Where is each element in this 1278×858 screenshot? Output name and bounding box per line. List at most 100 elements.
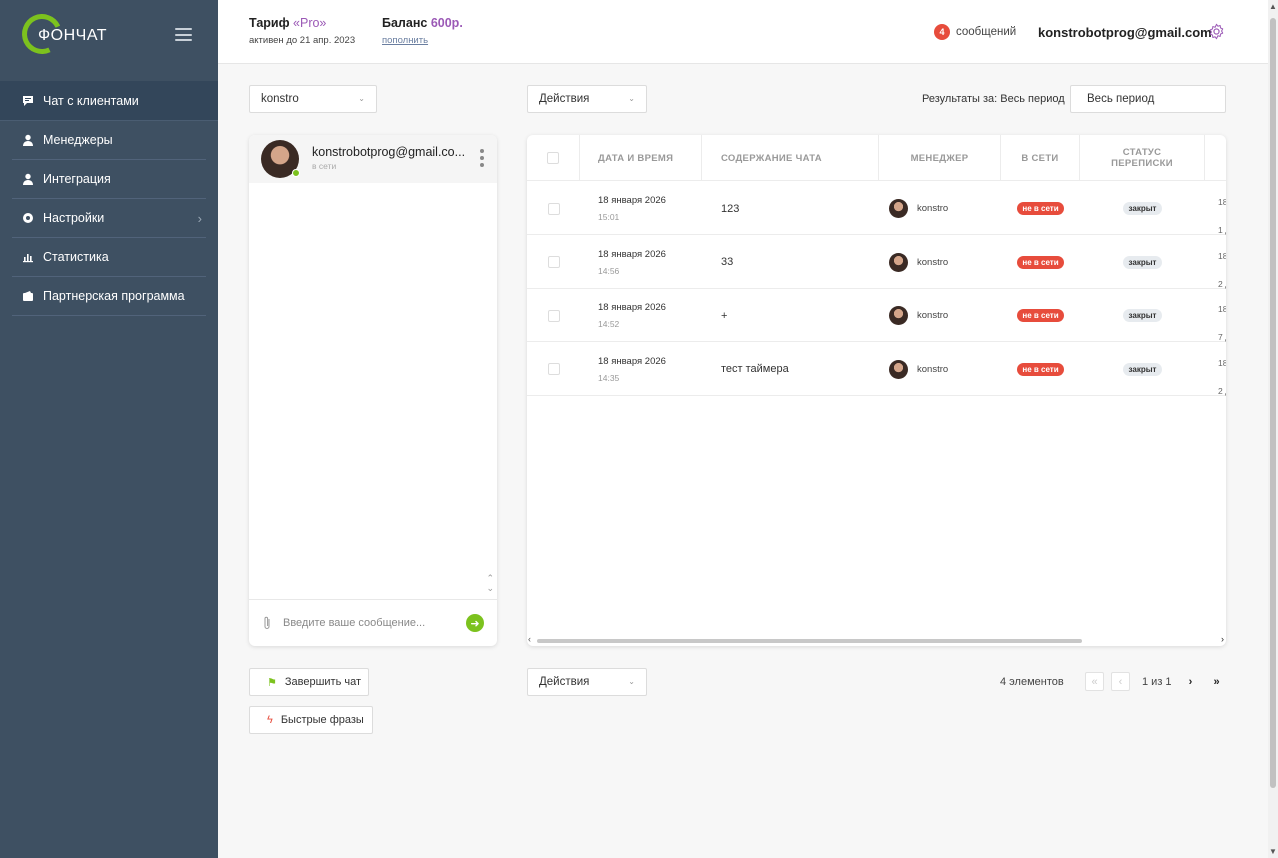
scroll-left-icon[interactable]: ‹ [528, 634, 531, 644]
send-button[interactable]: ➜ [466, 614, 484, 632]
logo[interactable]: ФОНЧАТ [16, 8, 132, 60]
scrollbar-thumb[interactable] [1270, 18, 1276, 788]
lightning-icon: ϟ [267, 714, 273, 726]
settings-icon [22, 212, 34, 224]
last-page-button[interactable]: » [1207, 672, 1226, 691]
end-chat-label: Завершить чат [284, 676, 362, 688]
row-content: 33 [721, 256, 734, 268]
chat-panel: konstrobotprog@gmail.co... в сети ⌃ ⌄ Вве… [249, 135, 497, 646]
status-badge: закрыт [1122, 255, 1163, 269]
actions-select-value: Действия [539, 676, 590, 688]
row-checkbox[interactable] [547, 309, 560, 322]
gear-icon[interactable] [1208, 23, 1225, 40]
table-row[interactable]: 18 января 2026 14:56 33 konstro не в сети зак… [527, 236, 1226, 289]
quick-phrases-button[interactable]: ϟ Быстрые фразы [249, 706, 373, 734]
messages-label: сообщений [956, 26, 1017, 38]
flag-icon: ⚑ [267, 676, 277, 689]
sidebar-item-settings[interactable]: Настройки › [12, 199, 206, 238]
row-extra-top: 18 [1218, 357, 1226, 368]
row-extra-bottom: 2 д [1218, 385, 1226, 396]
col-online[interactable]: В сети [1001, 135, 1080, 181]
chat-scroll-arrows-icon[interactable]: ⌃ ⌄ [486, 573, 494, 593]
top-up-link[interactable]: пополнить [382, 35, 463, 46]
row-online: не в сети [1001, 289, 1080, 342]
row-manager-name: konstro [917, 310, 949, 321]
sidebar-item-chat[interactable]: Чат с клиентами [0, 81, 218, 121]
col-datetime[interactable]: Дата и время [580, 135, 702, 181]
period-select[interactable]: Весь период [1070, 85, 1226, 113]
select-all-cell [527, 135, 580, 181]
manager-select[interactable]: konstro ⌄ [249, 85, 377, 113]
chat-contact-header[interactable]: konstrobotprog@gmail.co... в сети [249, 135, 497, 183]
row-checkbox[interactable] [547, 202, 560, 215]
row-date: 18 января 2026 [598, 302, 666, 313]
row-content: + [721, 309, 728, 322]
user-icon [22, 173, 34, 185]
tariff-name: «Pro» [293, 16, 327, 30]
scroll-up-icon[interactable]: ▲ [1269, 2, 1277, 11]
chevron-down-icon: ⌄ [628, 94, 635, 103]
tariff-info: Тариф «Pro» активен до 21 апр. 2023 [249, 16, 355, 46]
online-dot-icon [292, 169, 300, 177]
table-row[interactable]: 18 января 2026 15:01 123 konstro не в сети за… [527, 182, 1226, 235]
offline-badge: не в сети [1017, 309, 1064, 322]
scroll-down-icon[interactable]: ▼ [1269, 847, 1277, 856]
select-all-checkbox[interactable] [547, 152, 559, 164]
table-row[interactable]: 18 января 2026 14:35 тест таймера konstro не… [527, 343, 1226, 396]
sidebar-item-label: Чат с клиентами [43, 93, 139, 108]
row-manager: konstro [889, 289, 1001, 342]
top-header: Тариф «Pro» активен до 21 апр. 2023 Бала… [218, 0, 1268, 64]
scroll-right-icon[interactable]: › [1221, 634, 1224, 644]
row-online: не в сети [1001, 182, 1080, 235]
period-select-value: Весь период [1087, 93, 1155, 105]
offline-badge: не в сети [1017, 362, 1064, 376]
row-extra-bottom: 1 д [1218, 225, 1226, 235]
logo-text: ФОНЧАТ [38, 27, 108, 44]
chart-icon [22, 251, 34, 263]
first-page-button[interactable]: « [1085, 672, 1104, 691]
col-content[interactable]: Содержание чата [702, 135, 879, 181]
row-online: не в сети [1001, 343, 1080, 396]
status-badge: закрыт [1122, 309, 1163, 322]
end-chat-button[interactable]: ⚑ Завершить чат [249, 668, 369, 696]
row-datetime: 18 января 2026 15:01 [598, 182, 702, 235]
sidebar-item-integration[interactable]: Интеграция [12, 160, 206, 199]
tariff-active: активен до 21 апр. 2023 [249, 35, 356, 46]
page-indicator: 1 из 1 [1142, 676, 1172, 688]
sidebar-item-partner[interactable]: Партнерская программа [12, 277, 206, 316]
row-datetime: 18 января 2026 14:56 [598, 236, 702, 289]
row-checkbox[interactable] [547, 256, 560, 268]
row-manager-name: konstro [917, 363, 949, 375]
col-manager[interactable]: Менеджер [879, 135, 1001, 181]
avatar [261, 140, 300, 178]
sidebar-item-label: Статистика [43, 250, 109, 264]
table-row[interactable]: 18 января 2026 14:52 + konstro не в сети закр… [527, 289, 1226, 342]
row-status: закрыт [1080, 182, 1205, 235]
menu-toggle-icon[interactable] [175, 28, 192, 41]
chats-table: Дата и время Содержание чата Менеджер В … [527, 135, 1226, 646]
actions-select-bottom[interactable]: Действия ⌄ [527, 668, 647, 696]
offline-badge: не в сети [1017, 255, 1064, 269]
more-options-icon[interactable] [480, 149, 484, 167]
col-status[interactable]: Статус переписки [1080, 135, 1205, 181]
row-datetime: 18 января 2026 14:52 [598, 289, 702, 342]
row-checkbox[interactable] [547, 363, 560, 375]
sidebar-item-statistics[interactable]: Статистика [12, 238, 206, 277]
actions-select-top[interactable]: Действия ⌄ [527, 85, 647, 113]
manager-select-value: konstro [261, 93, 299, 105]
prev-page-button[interactable]: ‹ [1111, 672, 1130, 691]
messages-indicator[interactable]: 4 сообщений [934, 24, 1016, 40]
sidebar-item-label: Менеджеры [43, 133, 113, 147]
next-page-button[interactable]: › [1181, 672, 1200, 691]
row-select-cell [527, 236, 580, 289]
wallet-icon [22, 290, 34, 302]
hscroll-thumb[interactable] [537, 639, 1082, 643]
paperclip-icon[interactable] [262, 615, 272, 631]
sidebar-item-label: Партнерская программа [43, 289, 185, 303]
status-badge: закрыт [1122, 202, 1163, 215]
message-input[interactable]: Введите ваше сообщение... [283, 617, 425, 629]
user-email[interactable]: konstrobotprog@gmail.com [1038, 25, 1212, 40]
table-horizontal-scrollbar[interactable]: ‹ › [527, 634, 1226, 646]
page-scrollbar[interactable]: ▲ ▼ [1268, 0, 1278, 858]
sidebar-item-managers[interactable]: Менеджеры [12, 121, 206, 160]
